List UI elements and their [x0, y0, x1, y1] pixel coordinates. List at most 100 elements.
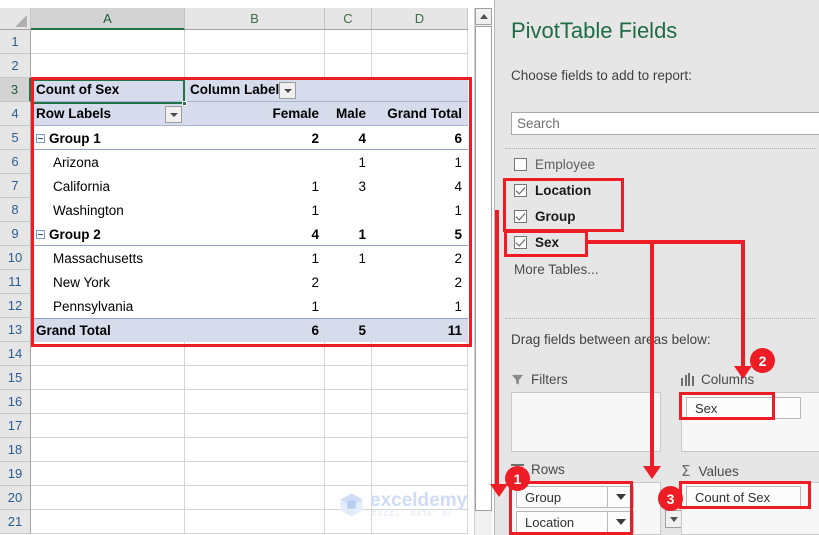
field-item-employee[interactable]: Employee — [508, 152, 595, 177]
scrollbar-thumb[interactable] — [475, 26, 492, 511]
row-labels-filter-button[interactable] — [165, 106, 182, 123]
column-header-c[interactable]: C — [325, 8, 372, 30]
row-header-17[interactable]: 17 — [0, 414, 31, 438]
cell[interactable] — [325, 30, 372, 54]
pivot-value-r7-c2[interactable] — [325, 270, 372, 294]
pivot-value-r3-c1[interactable]: 1 — [185, 174, 325, 198]
cell[interactable] — [31, 462, 185, 486]
cell[interactable] — [325, 438, 372, 462]
cell[interactable] — [31, 438, 185, 462]
cell[interactable] — [31, 486, 185, 510]
pivot-value-r3-c3[interactable]: 4 — [372, 174, 468, 198]
area-dropzone-filters[interactable] — [511, 392, 661, 452]
row-header-3[interactable]: 3 — [0, 78, 31, 102]
pivot-value-r2-c3[interactable]: 1 — [372, 150, 468, 174]
row-header-12[interactable]: 12 — [0, 294, 31, 318]
pivot-value-r7-c1[interactable]: 2 — [185, 270, 325, 294]
checkbox-location-icon[interactable] — [514, 184, 527, 197]
field-chip-values-count-of-sex[interactable]: Count of Sex — [686, 486, 801, 508]
column-header-d[interactable]: D — [372, 8, 468, 30]
field-chip-rows-location-dropdown[interactable] — [608, 511, 634, 533]
field-chip-rows-group-dropdown[interactable] — [608, 486, 634, 508]
checkbox-employee-icon[interactable] — [514, 158, 527, 171]
row-header-7[interactable]: 7 — [0, 174, 31, 198]
field-chip-columns-sex[interactable]: Sex — [686, 397, 801, 419]
cell[interactable] — [372, 510, 468, 534]
pivot-value-r3-c2[interactable]: 3 — [325, 174, 372, 198]
cell[interactable] — [185, 390, 325, 414]
cell[interactable] — [185, 30, 325, 54]
cell[interactable] — [372, 414, 468, 438]
pivot-value-r7-c3[interactable]: 2 — [372, 270, 468, 294]
row-header-11[interactable]: 11 — [0, 270, 31, 294]
row-header-2[interactable]: 2 — [0, 54, 31, 78]
pivot-value-r2-c1[interactable] — [185, 150, 325, 174]
cell[interactable] — [325, 510, 372, 534]
pivot-value-r6-c3[interactable]: 2 — [372, 246, 468, 270]
pivot-value-r8-c3[interactable]: 1 — [372, 294, 468, 318]
pivot-row-label-massachusetts[interactable]: Massachusetts — [31, 246, 185, 270]
field-chip-rows-location[interactable]: Location — [516, 511, 608, 533]
cell[interactable] — [325, 342, 372, 366]
pivot-row-label-group-2[interactable]: Group 2 — [31, 222, 185, 246]
cell[interactable] — [185, 462, 325, 486]
pivot-grand-total-value-3[interactable]: 11 — [372, 318, 468, 342]
pivot-column-header-female[interactable]: Female — [185, 102, 325, 126]
pivot-row-label-new-york[interactable]: New York — [31, 270, 185, 294]
row-header-8[interactable]: 8 — [0, 198, 31, 222]
pivot-value-r5-c1[interactable]: 4 — [185, 222, 325, 246]
pivot-grand-total-value-2[interactable]: 5 — [325, 318, 372, 342]
search-input[interactable]: Search — [511, 112, 819, 135]
pivot-value-r8-c2[interactable] — [325, 294, 372, 318]
select-all-corner[interactable] — [0, 8, 31, 30]
field-chip-rows-group[interactable]: Group — [516, 486, 608, 508]
cell[interactable] — [31, 366, 185, 390]
area-dropzone-columns[interactable]: Sex — [681, 392, 819, 452]
pivot-row-label-washington[interactable]: Washington — [31, 198, 185, 222]
cell[interactable] — [31, 342, 185, 366]
row-header-16[interactable]: 16 — [0, 390, 31, 414]
cell[interactable] — [185, 342, 325, 366]
cell[interactable] — [31, 54, 185, 78]
cell[interactable] — [372, 366, 468, 390]
cell[interactable] — [185, 54, 325, 78]
cell[interactable] — [372, 462, 468, 486]
cell[interactable] — [325, 486, 372, 510]
row-header-4[interactable]: 4 — [0, 102, 31, 126]
pivot-column-header-male[interactable]: Male — [325, 102, 372, 126]
row-header-18[interactable]: 18 — [0, 438, 31, 462]
pivot-value-r8-c1[interactable]: 1 — [185, 294, 325, 318]
vertical-scrollbar[interactable] — [474, 8, 492, 535]
row-header-10[interactable]: 10 — [0, 246, 31, 270]
cell[interactable] — [185, 414, 325, 438]
cell[interactable] — [372, 390, 468, 414]
cell[interactable] — [185, 510, 325, 534]
cell[interactable] — [325, 366, 372, 390]
pivot-column-header-grand-total[interactable]: Grand Total — [372, 102, 468, 126]
column-header-b[interactable]: B — [185, 8, 325, 30]
checkbox-sex-icon[interactable] — [514, 236, 527, 249]
cell[interactable] — [325, 462, 372, 486]
row-header-20[interactable]: 20 — [0, 486, 31, 510]
collapse-minus-icon[interactable] — [36, 229, 45, 239]
cell[interactable] — [325, 390, 372, 414]
cell[interactable] — [372, 438, 468, 462]
cell[interactable] — [372, 486, 468, 510]
pivot-value-r6-c1[interactable]: 1 — [185, 246, 325, 270]
pivot-row-label-california[interactable]: California — [31, 174, 185, 198]
pivot-value-r4-c2[interactable] — [325, 198, 372, 222]
row-header-5[interactable]: 5 — [0, 126, 31, 150]
row-header-1[interactable]: 1 — [0, 30, 31, 54]
pivot-value-r2-c2[interactable]: 1 — [325, 150, 372, 174]
row-header-13[interactable]: 13 — [0, 318, 31, 342]
cell[interactable] — [31, 510, 185, 534]
cell[interactable] — [372, 30, 468, 54]
field-item-group[interactable]: Group — [508, 204, 576, 229]
cell[interactable] — [31, 390, 185, 414]
cell[interactable] — [185, 486, 325, 510]
checkbox-group-icon[interactable] — [514, 210, 527, 223]
row-header-15[interactable]: 15 — [0, 366, 31, 390]
cell[interactable] — [31, 30, 185, 54]
scroll-up-arrow-icon[interactable] — [475, 8, 492, 25]
row-header-14[interactable]: 14 — [0, 342, 31, 366]
